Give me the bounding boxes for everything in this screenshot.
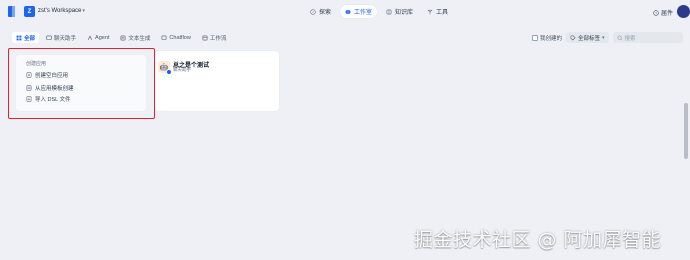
- search-icon: [617, 35, 623, 40]
- workspace-avatar[interactable]: Z: [24, 6, 35, 17]
- search-input[interactable]: 搜索: [612, 32, 683, 43]
- app-logo[interactable]: [8, 6, 15, 17]
- create-blank-app-button[interactable]: 创建空白应用: [26, 71, 68, 79]
- nav-tools[interactable]: 工具: [422, 5, 453, 18]
- tag-icon: [570, 35, 576, 40]
- created-by-me-filter[interactable]: 我创建的: [532, 34, 562, 42]
- created-by-me-checkbox[interactable]: [532, 34, 538, 41]
- studio-icon: [345, 9, 351, 14]
- tag-filter-label: 全部标签: [578, 35, 601, 42]
- grid-icon: [16, 35, 22, 40]
- watermark: 掘金技术社区 @ 阿加犀智能: [414, 229, 662, 251]
- workflow-icon: [202, 35, 208, 40]
- tab-label: 全部: [24, 35, 36, 42]
- top-bar: Z zst's Workspace▾ 探索 工作室 知识库 工具 ? 届件: [0, 0, 690, 24]
- main-nav: 探索 工作室 知识库 工具: [305, 5, 453, 18]
- filter-bar: 我创建的 全部标签 ▾ 搜索: [532, 32, 683, 43]
- nav-knowledge[interactable]: 知识库: [381, 5, 418, 18]
- nav-label: 工具: [436, 10, 449, 16]
- chevron-down-icon: ▾: [82, 8, 85, 14]
- nav-explore[interactable]: 探索: [305, 5, 336, 18]
- import-icon: [26, 96, 32, 102]
- user-avatar[interactable]: [677, 5, 690, 18]
- tab-label: Agent: [95, 34, 110, 41]
- create-item-label: 导入 DSL 文件: [35, 97, 71, 103]
- file-plus-icon: [26, 72, 32, 78]
- tab-text-generation[interactable]: 文本生成: [116, 32, 154, 43]
- nav-label: 知识库: [395, 10, 414, 16]
- tab-label: 文本生成: [128, 35, 151, 42]
- created-by-me-label: 我创建的: [540, 35, 563, 42]
- tag-filter-dropdown[interactable]: 全部标签 ▾: [566, 32, 609, 43]
- tab-chat-assistant[interactable]: 聊天助手: [42, 32, 80, 43]
- tab-chatflow[interactable]: Chatflow: [157, 32, 194, 43]
- tab-all[interactable]: 全部: [12, 32, 40, 43]
- create-item-label: 创建空白应用: [35, 73, 69, 79]
- search-placeholder: 搜索: [624, 35, 636, 42]
- flow-icon: [162, 35, 167, 40]
- nav-label: 探索: [319, 10, 332, 16]
- workspace-name: zst's Workspace: [38, 8, 82, 14]
- tab-agent[interactable]: Agent: [83, 32, 113, 43]
- workspace-selector[interactable]: zst's Workspace▾: [38, 8, 85, 14]
- template-icon: [26, 85, 32, 91]
- create-app-title: 创建应用: [26, 61, 47, 67]
- agent-icon: [87, 35, 93, 40]
- help-link[interactable]: ? 届件: [653, 8, 673, 17]
- svg-text:?: ?: [655, 11, 657, 15]
- compass-icon: [310, 8, 316, 15]
- create-item-label: 从应用模板创建: [35, 86, 74, 92]
- scrollbar[interactable]: [684, 103, 688, 159]
- help-circle-icon: ?: [653, 9, 659, 16]
- tool-icon: [427, 9, 433, 14]
- app-type: 聊天助手: [173, 67, 191, 72]
- nav-label: 工作室: [354, 10, 373, 16]
- book-icon: [386, 9, 392, 14]
- tab-label: Chatflow: [169, 34, 191, 41]
- help-label: 届件: [661, 11, 674, 17]
- chevron-down-icon: ▾: [602, 34, 605, 41]
- import-dsl-button[interactable]: 导入 DSL 文件: [26, 95, 71, 103]
- text-icon: [121, 35, 126, 40]
- tab-label: 工作流: [209, 35, 227, 42]
- tab-workflow[interactable]: 工作流: [198, 32, 231, 43]
- chat-icon: [46, 35, 52, 40]
- chat-badge-icon: [166, 69, 172, 75]
- nav-studio[interactable]: 工作室: [340, 5, 378, 18]
- create-from-template-button[interactable]: 从应用模板创建: [26, 84, 74, 92]
- tab-label: 聊天助手: [54, 35, 77, 42]
- app-type-tabs: 全部 聊天助手 Agent 文本生成 Chatflow 工作流: [12, 32, 230, 43]
